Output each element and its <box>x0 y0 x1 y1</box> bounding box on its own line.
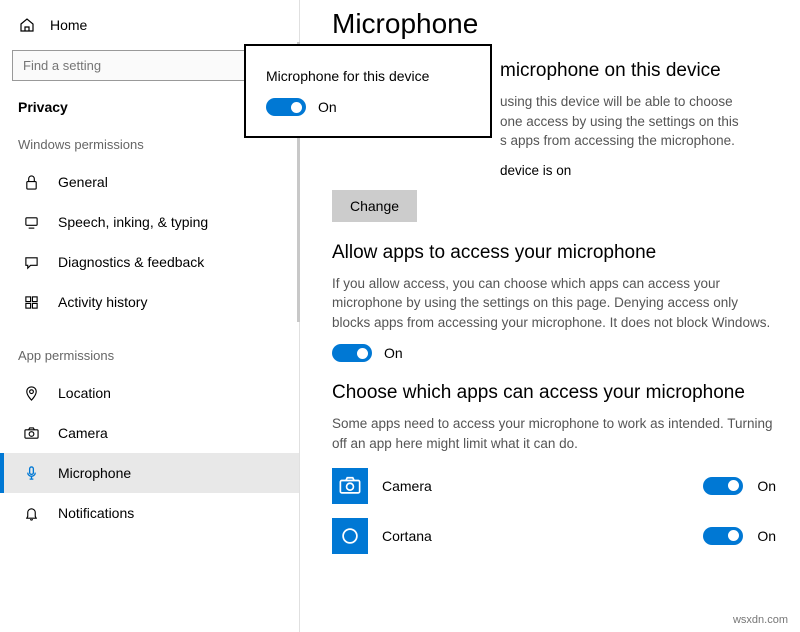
home-label: Home <box>50 17 87 33</box>
footer-watermark: wsxdn.com <box>733 614 788 626</box>
app-toggle-cortana[interactable] <box>703 527 743 545</box>
microphone-icon <box>22 464 40 482</box>
sidebar-item-label: Camera <box>58 425 108 441</box>
section-header-app: App permissions <box>0 344 299 373</box>
history-icon <box>22 293 40 311</box>
sidebar-item-label: Notifications <box>58 505 134 521</box>
app-toggle-camera[interactable] <box>703 477 743 495</box>
sidebar-item-label: Activity history <box>58 294 147 310</box>
app-toggle-label: On <box>757 528 776 544</box>
sidebar-item-speech[interactable]: Speech, inking, & typing <box>0 202 299 242</box>
sidebar-item-notifications[interactable]: Notifications <box>0 493 299 533</box>
feedback-icon <box>22 253 40 271</box>
sidebar-item-label: Speech, inking, & typing <box>58 214 208 230</box>
page-title: Microphone <box>332 8 776 40</box>
home-icon <box>18 16 36 34</box>
camera-icon <box>22 424 40 442</box>
allow-apps-toggle[interactable] <box>332 344 372 362</box>
app-icon-cortana <box>332 518 368 554</box>
section2-desc: If you allow access, you can choose whic… <box>332 274 776 333</box>
app-name: Camera <box>382 478 689 494</box>
sidebar-item-label: Location <box>58 385 111 401</box>
app-icon-camera <box>332 468 368 504</box>
bell-icon <box>22 504 40 522</box>
allow-apps-toggle-label: On <box>384 345 403 361</box>
sidebar-item-label: Microphone <box>58 465 131 481</box>
location-icon <box>22 384 40 402</box>
device-popup: Microphone for this device On <box>244 44 492 138</box>
sidebar-item-location[interactable]: Location <box>0 373 299 413</box>
search-field[interactable] <box>23 58 276 73</box>
popup-toggle-row: On <box>266 98 470 116</box>
speech-icon <box>22 213 40 231</box>
sidebar-item-camera[interactable]: Camera <box>0 413 299 453</box>
sidebar-item-label: Diagnostics & feedback <box>58 254 204 270</box>
section3-heading: Choose which apps can access your microp… <box>332 382 776 404</box>
sidebar-item-label: General <box>58 174 108 190</box>
device-toggle[interactable] <box>266 98 306 116</box>
home-link[interactable]: Home <box>0 8 299 42</box>
app-name: Cortana <box>382 528 689 544</box>
sidebar-item-general[interactable]: General <box>0 162 299 202</box>
sidebar-item-activity[interactable]: Activity history <box>0 282 299 322</box>
section2-heading: Allow apps to access your microphone <box>332 242 776 264</box>
change-button[interactable]: Change <box>332 190 417 222</box>
sidebar-item-diagnostics[interactable]: Diagnostics & feedback <box>0 242 299 282</box>
section1-status: device is on <box>332 163 776 178</box>
section3-desc: Some apps need to access your microphone… <box>332 414 776 453</box>
app-row-cortana: Cortana On <box>332 518 776 554</box>
app-row-camera: Camera On <box>332 468 776 504</box>
section2-toggle-row: On <box>332 344 776 362</box>
device-toggle-label: On <box>318 99 337 115</box>
popup-title: Microphone for this device <box>266 68 470 84</box>
app-toggle-label: On <box>757 478 776 494</box>
sidebar-item-microphone[interactable]: Microphone <box>0 453 299 493</box>
lock-icon <box>22 173 40 191</box>
